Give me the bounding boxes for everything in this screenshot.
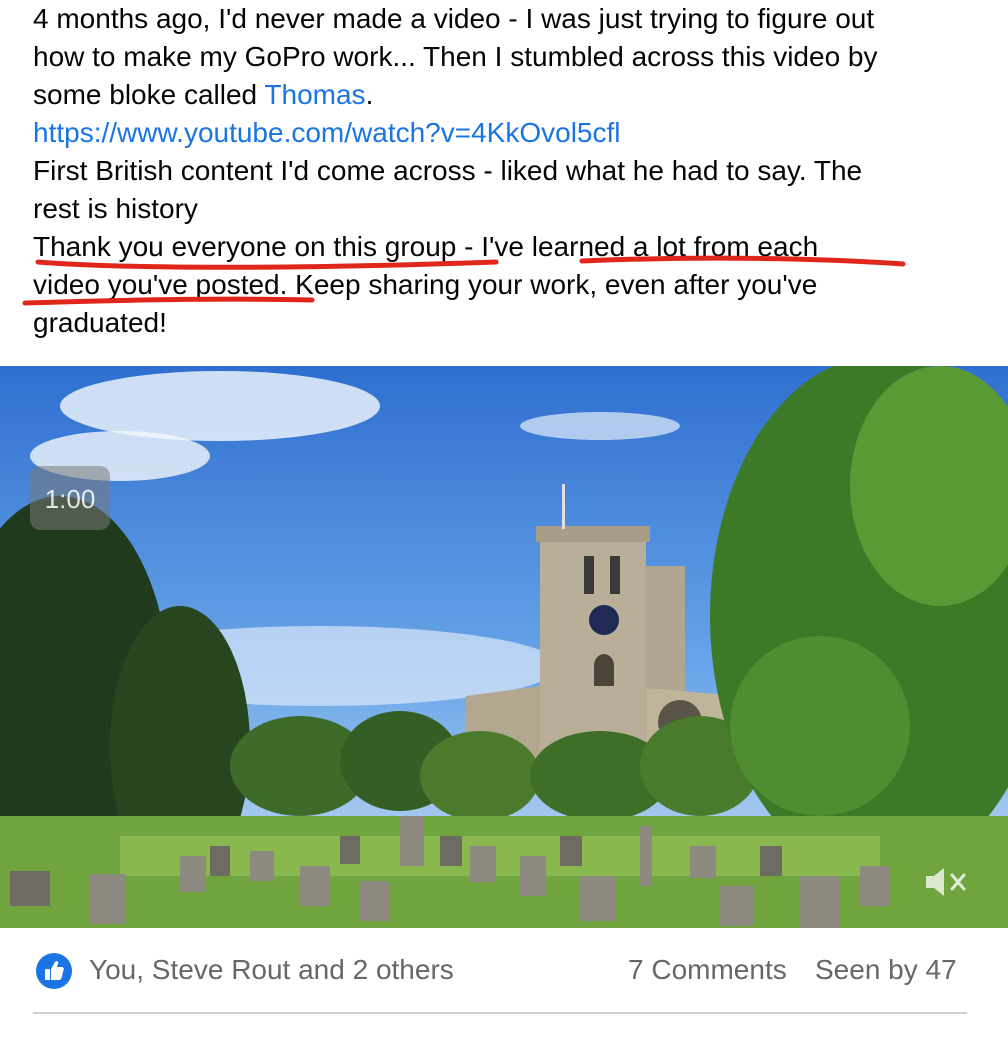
post-line-5: First British content I'd come across - …: [33, 152, 983, 190]
divider: [33, 1012, 967, 1014]
post-line-6: rest is history: [33, 190, 983, 228]
post-line-3: some bloke called Thomas.: [33, 76, 983, 114]
video-timer-text: 1:00: [44, 484, 96, 514]
underlined-phrase-2: learned a lot from each: [531, 231, 819, 262]
post-line-4: https://www.youtube.com/watch?v=4KkOvol5…: [33, 114, 983, 152]
post-line-2: how to make my GoPro work... Then I stum…: [33, 38, 983, 76]
underlined-phrase-3: video you've posted.: [33, 269, 288, 300]
post-line-1: 4 months ago, I'd never made a video - I…: [33, 0, 983, 38]
post-line-8: video you've posted. Keep sharing your w…: [33, 266, 983, 304]
speaker-muted-icon[interactable]: [922, 862, 972, 902]
mention-link-thomas[interactable]: Thomas: [264, 79, 365, 110]
thumbs-up-icon: [36, 953, 72, 989]
seen-by-count[interactable]: Seen by 47: [815, 954, 957, 986]
post-line-9: graduated!: [33, 304, 983, 342]
video-timer-overlay: 1:00: [30, 466, 110, 530]
underlined-phrase-1: Thank you everyone on this group: [33, 231, 457, 262]
youtube-link[interactable]: https://www.youtube.com/watch?v=4KkOvol5…: [33, 117, 621, 148]
post-text-5: First British content I'd come across - …: [33, 155, 863, 186]
post-line-7: Thank you everyone on this group - I've …: [33, 228, 983, 266]
post-text-6: rest is history: [33, 193, 198, 224]
post-text-7: - I've: [456, 231, 532, 262]
likes-summary[interactable]: You, Steve Rout and 2 others: [89, 954, 454, 986]
post-text-3: some bloke called: [33, 79, 265, 110]
post-text-2: how to make my GoPro work... Then I stum…: [33, 41, 878, 72]
video-player[interactable]: [0, 366, 1008, 928]
post-text-9: graduated!: [33, 307, 167, 338]
reactions-bar: You, Steve Rout and 2 others 7 Comments …: [0, 946, 1008, 998]
post-text-8: Keep sharing your work, even after you'v…: [287, 269, 818, 300]
video-frame-church-graveyard: [0, 366, 1008, 928]
post-text-period: .: [365, 79, 374, 110]
post-text-1: 4 months ago, I'd never made a video - I…: [33, 3, 875, 34]
comments-count[interactable]: 7 Comments: [628, 954, 787, 986]
post-body: 4 months ago, I'd never made a video - I…: [33, 0, 983, 342]
